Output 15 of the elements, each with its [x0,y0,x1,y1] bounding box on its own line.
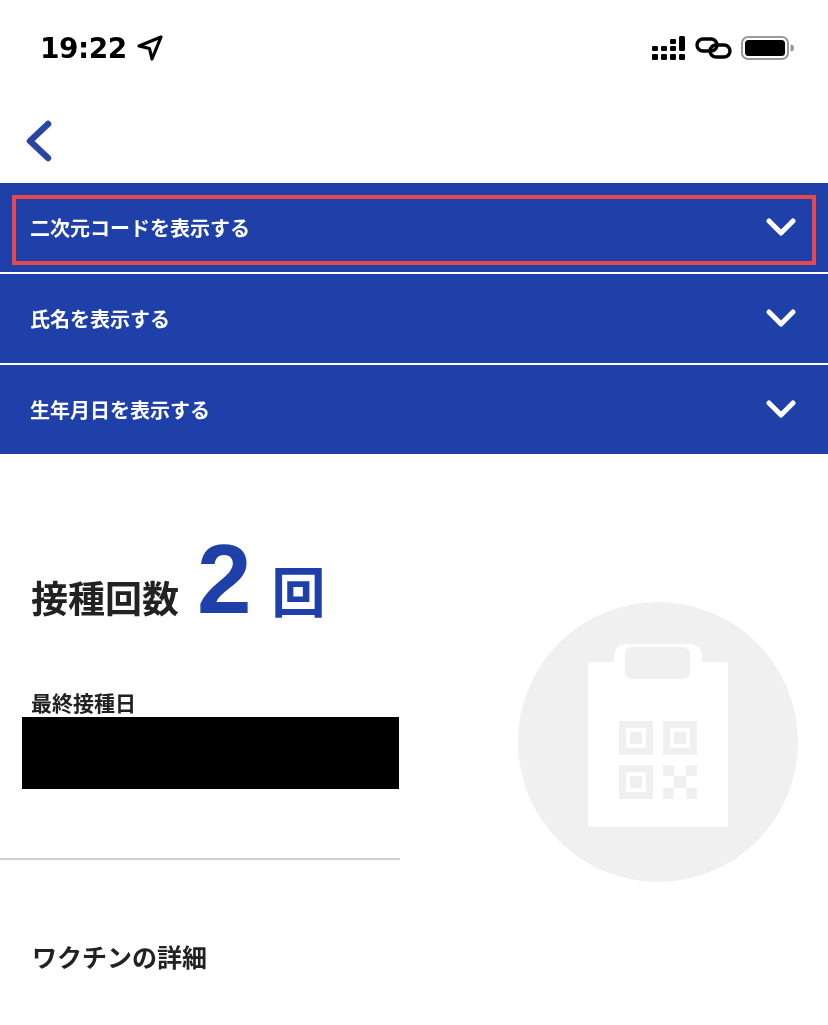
link-icon [695,37,732,59]
back-button[interactable] [24,120,54,162]
cellular-signal-icon [652,36,686,60]
dose-count-number: 2 [197,530,252,628]
accordion-header[interactable]: 二次元コードを表示する [0,183,828,272]
dose-count-unit: 回 [271,562,326,628]
battery-icon [741,36,794,60]
accordion-header[interactable]: 氏名を表示する [0,274,828,363]
accordion-header[interactable]: 生年月日を表示する [0,365,828,454]
section-heading: ワクチンの詳細 [32,943,207,975]
status-time: 19:22 [40,31,127,65]
last-dose-date-label: 最終接種日 [31,692,136,718]
dose-count-label: 接種回数 [31,578,179,624]
back-chevron-icon [24,120,54,162]
location-arrow-icon [136,35,163,61]
